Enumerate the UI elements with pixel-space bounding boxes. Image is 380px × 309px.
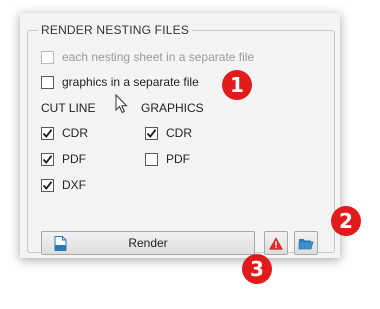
cut-line-pdf-label[interactable]: PDF [62,152,86,166]
checkmark-icon [42,128,53,138]
checkmark-icon [42,154,53,164]
option-each-sheet-separate-file: each nesting sheet in a separate file [41,50,254,64]
checkmark-icon [42,180,53,190]
cut-line-dxf-label[interactable]: DXF [62,178,86,192]
cut-line-dxf-option[interactable]: DXF [41,178,86,192]
each-sheet-checkbox [41,50,54,64]
render-nesting-files-group: RENDER NESTING FILES each nesting sheet … [27,23,335,255]
graphics-separate-file-label[interactable]: graphics in a separate file [62,75,199,89]
graphics-cdr-label[interactable]: CDR [166,126,192,140]
cut-line-dxf-checkbox[interactable] [41,178,54,192]
cut-line-cdr-option[interactable]: CDR [41,126,88,140]
render-button[interactable]: Render [41,231,255,255]
callout-badge-2: 2 [331,206,361,236]
cut-line-cdr-checkbox[interactable] [41,126,54,140]
cut-line-pdf-checkbox[interactable] [41,152,54,166]
graphics-cdr-checkbox[interactable] [145,126,158,140]
open-folder-button[interactable] [294,231,318,255]
open-folder-icon [298,238,314,249]
render-nesting-panel: RENDER NESTING FILES each nesting sheet … [20,13,340,258]
mouse-cursor-icon [115,94,128,114]
graphics-heading: GRAPHICS [141,101,204,115]
render-button-label: Render [128,236,168,250]
graphics-pdf-label[interactable]: PDF [166,152,190,166]
graphics-cdr-option[interactable]: CDR [145,126,192,140]
graphics-separate-file-checkbox[interactable] [41,75,54,89]
option-graphics-separate-file[interactable]: graphics in a separate file [41,75,199,89]
callout-badge-1: 1 [222,70,252,100]
callout-badge-3: 3 [242,254,272,284]
cut-line-cdr-label[interactable]: CDR [62,126,88,140]
warning-button[interactable] [264,231,288,255]
graphics-pdf-option[interactable]: PDF [145,152,190,166]
checkmark-icon [146,128,157,138]
graphics-pdf-checkbox[interactable] [145,152,158,166]
cdr-file-icon [54,236,67,251]
cut-line-heading: CUT LINE [41,101,96,115]
each-sheet-label: each nesting sheet in a separate file [62,50,255,64]
group-title: RENDER NESTING FILES [38,23,193,37]
cut-line-pdf-option[interactable]: PDF [41,152,86,166]
warning-icon [269,237,283,250]
